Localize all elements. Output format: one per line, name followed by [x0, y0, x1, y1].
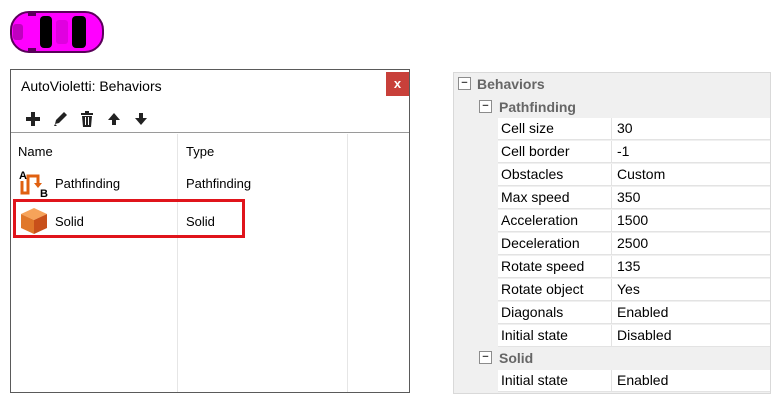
property-value[interactable]: Enabled	[617, 304, 668, 320]
property-row[interactable]: Max speed 350	[498, 187, 770, 209]
dialog-titlebar: AutoVioletti: Behaviors x	[11, 70, 409, 103]
section-behaviors[interactable]: − Behaviors	[454, 73, 770, 96]
section-solid[interactable]: − Solid	[454, 347, 770, 370]
column-header-type[interactable]: Type	[186, 144, 214, 159]
move-down-icon[interactable]	[133, 111, 151, 127]
close-button[interactable]: x	[386, 72, 409, 96]
property-value[interactable]: Custom	[617, 166, 665, 182]
collapse-icon[interactable]: −	[458, 77, 471, 90]
property-value[interactable]: Disabled	[617, 327, 671, 343]
property-key: Initial state	[501, 372, 568, 388]
behavior-name: Pathfinding	[55, 176, 121, 191]
toolbar	[25, 111, 151, 127]
section-pathfinding[interactable]: − Pathfinding	[454, 96, 770, 119]
property-row[interactable]: Initial state Enabled	[498, 370, 770, 392]
property-value[interactable]: Yes	[617, 281, 640, 297]
property-value[interactable]: 30	[617, 120, 633, 136]
property-value[interactable]: -1	[617, 143, 629, 159]
property-row[interactable]: Acceleration 1500	[498, 210, 770, 232]
list-item-pathfinding[interactable]: A B Pathfinding Pathfinding	[11, 164, 409, 202]
collapse-icon[interactable]: −	[479, 100, 492, 113]
svg-text:B: B	[40, 188, 48, 198]
property-value[interactable]: 135	[617, 258, 640, 274]
car-sprite-icon	[10, 10, 104, 54]
property-row[interactable]: Deceleration 2500	[498, 233, 770, 255]
property-key: Cell size	[501, 120, 554, 136]
property-key: Cell border	[501, 143, 570, 159]
property-row[interactable]: Initial state Disabled	[498, 325, 770, 347]
section-label: Behaviors	[477, 76, 545, 92]
property-row[interactable]: Cell size 30	[498, 118, 770, 140]
property-row[interactable]: Cell border -1	[498, 141, 770, 163]
property-row[interactable]: Obstacles Custom	[498, 164, 770, 186]
property-row[interactable]: Diagonals Enabled	[498, 302, 770, 324]
property-key: Obstacles	[501, 166, 564, 182]
property-row[interactable]: Rotate object Yes	[498, 279, 770, 301]
svg-text:A: A	[19, 170, 27, 182]
property-row[interactable]: Rotate speed 135	[498, 256, 770, 278]
property-grid: − Behaviors − Pathfinding Cell size 30 Ce…	[453, 72, 771, 394]
property-value[interactable]: Enabled	[617, 372, 668, 388]
collapse-icon[interactable]: −	[479, 351, 492, 364]
section-label: Solid	[499, 350, 534, 366]
add-icon[interactable]	[25, 111, 43, 127]
property-key: Max speed	[501, 189, 570, 205]
property-key: Deceleration	[501, 235, 580, 251]
toolbar-separator	[11, 132, 409, 133]
property-key: Acceleration	[501, 212, 579, 228]
property-key: Rotate object	[501, 281, 584, 297]
edit-icon[interactable]	[52, 111, 70, 127]
property-key: Rotate speed	[501, 258, 585, 274]
behaviors-list: Name Type A B Pathfinding Pathfinding So…	[11, 134, 409, 392]
property-value[interactable]: 350	[617, 189, 640, 205]
delete-icon[interactable]	[79, 111, 97, 127]
property-value[interactable]: 2500	[617, 235, 648, 251]
property-key: Initial state	[501, 327, 568, 343]
column-header-name[interactable]: Name	[18, 144, 53, 159]
behavior-type: Pathfinding	[186, 176, 252, 191]
section-label: Pathfinding	[499, 99, 576, 115]
property-key: Diagonals	[501, 304, 564, 320]
move-up-icon[interactable]	[106, 111, 124, 127]
pathfinding-icon: A B	[18, 168, 50, 200]
dialog-title: AutoVioletti: Behaviors	[21, 78, 162, 94]
property-value[interactable]: 1500	[617, 212, 648, 228]
highlight-box	[13, 199, 245, 238]
